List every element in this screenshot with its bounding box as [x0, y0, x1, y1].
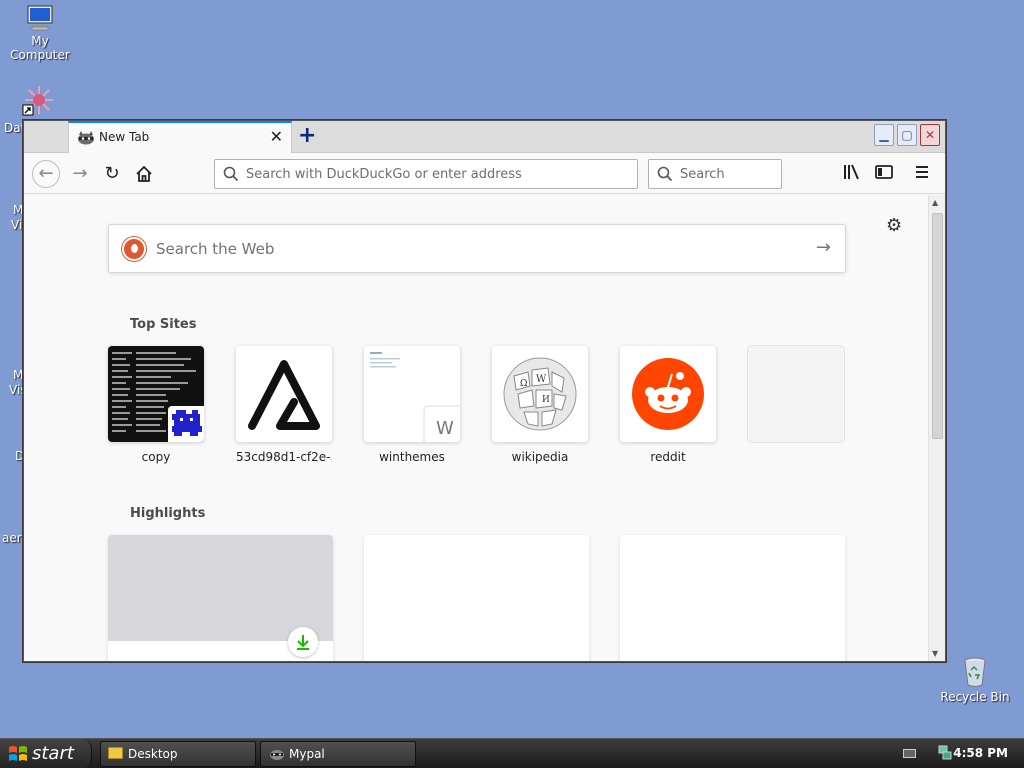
scroll-thumb[interactable]: [932, 213, 943, 439]
keyboard-icon[interactable]: [903, 749, 916, 758]
start-label: start: [32, 743, 74, 764]
address-bar-placeholder: Search with DuckDuckGo or enter address: [246, 167, 522, 182]
reload-button[interactable]: ↻: [98, 160, 126, 188]
tab-bar: New Tab ✕ + ▁ ▢ ✕: [24, 121, 945, 153]
reddit-icon: [620, 346, 716, 442]
home-button[interactable]: [130, 160, 158, 188]
tab-new-tab[interactable]: New Tab ✕: [68, 121, 292, 153]
triangle-logo-icon: [236, 346, 332, 442]
highlight-preview: [108, 535, 333, 641]
start-button[interactable]: start: [0, 739, 92, 768]
recycle-bin-icon: [962, 656, 988, 688]
taskbar: start Desktop Mypal 4:58 PM: [0, 738, 1024, 768]
top-site-label: copy: [141, 450, 171, 464]
forward-button[interactable]: →: [66, 160, 94, 188]
desktop-partial-label: M: [13, 203, 24, 217]
highlight-card[interactable]: [108, 535, 333, 661]
top-site-empty-tile[interactable]: [748, 346, 844, 442]
scroll-down-icon[interactable]: ▼: [932, 649, 938, 658]
desktop-icon-my-computer[interactable]: My Computer: [0, 4, 80, 62]
windows-logo-icon: [8, 745, 28, 768]
taskbar-item-label: Desktop: [128, 747, 178, 761]
arrow-right-icon[interactable]: →: [816, 237, 831, 258]
new-tab-button[interactable]: +: [298, 123, 316, 148]
svg-text:И: И: [542, 395, 550, 405]
page-scrollbar[interactable]: ▲ ▼: [928, 195, 945, 661]
svg-text:W: W: [536, 374, 547, 385]
gear-icon[interactable]: ⚙: [886, 215, 902, 236]
close-tab-icon[interactable]: ✕: [270, 127, 283, 146]
network-icon[interactable]: [938, 745, 952, 765]
desktop-icon-recycle-bin[interactable]: Recycle Bin: [938, 656, 1012, 704]
highlight-card[interactable]: [620, 535, 845, 661]
browser-window: New Tab ✕ + ▁ ▢ ✕ ← → ↻ Search with Duck…: [23, 120, 946, 662]
top-site-tile[interactable]: W winthemes: [364, 346, 460, 464]
taskbar-item-mypal[interactable]: Mypal: [260, 741, 416, 767]
back-button[interactable]: ←: [32, 160, 60, 188]
minimize-button[interactable]: ▁: [874, 124, 894, 146]
web-search-placeholder: Search the Web: [156, 240, 275, 258]
new-tab-page: ⚙ Search the Web → Top Sites copy 53cd98…: [24, 195, 929, 661]
top-site-tile[interactable]: reddit: [620, 346, 716, 464]
highlights-title: Highlights: [130, 506, 206, 521]
svg-text:Ω: Ω: [520, 379, 527, 389]
nav-toolbar: ← → ↻ Search with DuckDuckGo or enter ad…: [24, 154, 945, 194]
desktop-partial-label: M: [13, 368, 24, 382]
duckduckgo-icon: [122, 237, 146, 261]
tab-title: New Tab: [99, 130, 150, 144]
search-icon: [223, 166, 239, 182]
desktop-partial-label: Vi: [11, 218, 23, 232]
winthemes-badge: W: [436, 418, 454, 439]
library-icon[interactable]: [843, 164, 861, 184]
terminal-screenshot-icon: [108, 346, 204, 442]
close-window-button[interactable]: ✕: [920, 124, 940, 146]
taskbar-item-label: Mypal: [289, 747, 325, 761]
hamburger-menu-icon[interactable]: [914, 164, 930, 184]
desktop-icon-label: My Computer: [10, 34, 70, 62]
top-site-tile[interactable]: copy: [108, 346, 204, 464]
top-site-label: wikipedia: [511, 450, 569, 464]
empty-tile: [748, 346, 844, 442]
scroll-up-icon[interactable]: ▲: [932, 198, 938, 207]
desktop-icon-label: Recycle Bin: [940, 690, 1010, 704]
top-site-tile[interactable]: Ω W И wikipedia: [492, 346, 588, 464]
home-icon: [136, 165, 152, 182]
web-search-box[interactable]: Search the Web →: [108, 224, 846, 273]
search-icon: [657, 166, 673, 182]
download-icon: [288, 627, 318, 657]
top-site-tile[interactable]: 53cd98d1-cf2e-...: [236, 346, 332, 464]
address-bar[interactable]: Search with DuckDuckGo or enter address: [214, 159, 638, 189]
winthemes-page-icon: W: [364, 346, 460, 442]
top-site-label: winthemes: [379, 450, 445, 464]
search-bar-placeholder: Search: [680, 167, 725, 182]
sidebar-icon[interactable]: [875, 164, 893, 184]
highlight-card[interactable]: [364, 535, 589, 661]
shortcut-icon[interactable]: [22, 84, 56, 118]
clock: 4:58 PM: [953, 746, 1008, 760]
folder-icon: [108, 747, 123, 759]
maximize-button[interactable]: ▢: [897, 124, 917, 146]
search-bar[interactable]: Search: [648, 159, 782, 189]
wikipedia-globe-icon: Ω W И: [492, 346, 588, 442]
taskbar-item-desktop[interactable]: Desktop: [100, 741, 256, 767]
top-site-label: reddit: [650, 450, 686, 464]
top-site-label: 53cd98d1-cf2e-...: [236, 450, 332, 464]
raccoon-favicon-icon: [77, 130, 95, 145]
top-sites-title: Top Sites: [130, 317, 197, 332]
computer-icon: [25, 4, 55, 32]
raccoon-icon: [269, 747, 285, 764]
